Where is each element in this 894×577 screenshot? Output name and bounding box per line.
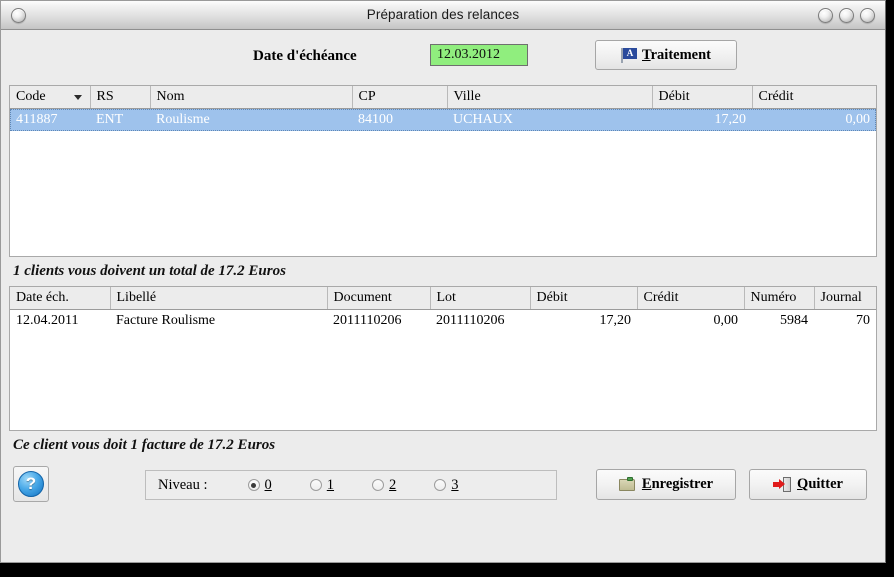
niveau-label: Niveau :: [158, 476, 208, 493]
quit-label-rest: uitter: [808, 476, 843, 492]
maximize-icon[interactable]: [839, 8, 854, 23]
column-header-credit[interactable]: Crédit: [752, 86, 876, 109]
minimize-icon[interactable]: [818, 8, 833, 23]
column-header-cp[interactable]: CP: [352, 86, 448, 109]
radio-niveau-2[interactable]: 2: [372, 477, 396, 494]
cell-numero: 5984: [780, 312, 808, 328]
clients-summary-text: 1 clients vous doivent un total de 17.2 …: [13, 263, 286, 279]
cell-document: 2011110206: [333, 312, 402, 328]
cell-code: 411887: [10, 108, 90, 131]
radio-label: 2: [389, 476, 397, 493]
flag-letter: A: [623, 47, 637, 59]
application-window: Préparation des relances Date d'échéance…: [0, 0, 886, 563]
cell-cp: 84100: [352, 108, 447, 131]
cell-ville: UCHAUX: [447, 108, 652, 131]
column-header-code-label: Code: [16, 88, 46, 104]
cell-debit: 17,20: [652, 108, 752, 131]
clients-header-row: Code RS Nom CP Ville Débit Crédit: [10, 86, 876, 109]
invoices-table-container[interactable]: Date éch. Libellé Document Lot Débit Cré…: [9, 286, 877, 431]
traitement-mnemonic: T: [642, 46, 651, 63]
radio-label: 0: [264, 476, 272, 493]
flag-a-icon: A: [621, 47, 637, 63]
cell-nom: Roulisme: [150, 108, 352, 131]
traitement-label-rest: raitement: [650, 46, 711, 63]
traitement-button[interactable]: A Traitement: [595, 40, 737, 70]
cell-debit: 17,20: [599, 312, 632, 328]
close-icon[interactable]: [860, 8, 875, 23]
column-header-debit[interactable]: Débit: [652, 86, 753, 109]
column-header-debit[interactable]: Débit: [530, 287, 638, 310]
cell-libelle: Facture Roulisme: [116, 312, 216, 328]
column-header-document[interactable]: Document: [327, 287, 431, 310]
column-header-libelle[interactable]: Libellé: [110, 287, 328, 310]
save-folder-icon: [618, 477, 636, 492]
cell-credit: 0,00: [752, 108, 876, 131]
save-button[interactable]: Enregistrer: [596, 469, 736, 500]
column-header-nom[interactable]: Nom: [150, 86, 353, 109]
radio-indicator[interactable]: [309, 479, 322, 491]
bottom-bar: ? Niveau : 0 1 2 3 Enregistrer Quitter: [1, 460, 885, 562]
window-title: Préparation des relances: [366, 7, 520, 22]
radio-indicator[interactable]: [372, 479, 385, 491]
radio-niveau-0[interactable]: 0: [247, 476, 272, 494]
title-bar: Préparation des relances: [1, 1, 885, 30]
save-button-label: Enregistrer: [642, 476, 713, 493]
cell-lot: 2011110206: [436, 312, 505, 328]
clients-table-container[interactable]: Code RS Nom CP Ville Débit Crédit 411887…: [9, 85, 877, 257]
quit-button-label: Quitter: [797, 476, 843, 493]
invoice-summary-text: Ce client vous doit 1 facture de 17.2 Eu…: [13, 437, 276, 453]
chevron-down-icon[interactable]: [73, 95, 82, 100]
due-date-label: Date d'échéance: [253, 48, 357, 64]
cell-date-ech: 12.04.2011: [16, 312, 79, 328]
radio-niveau-3[interactable]: 3: [434, 476, 459, 494]
cell-rs: ENT: [90, 108, 150, 131]
radio-indicator[interactable]: [434, 479, 447, 491]
column-header-date-ech[interactable]: Date éch.: [10, 287, 111, 310]
save-label-rest: nregistrer: [651, 476, 714, 492]
invoices-table: Date éch. Libellé Document Lot Débit Cré…: [10, 287, 876, 332]
clients-table: Code RS Nom CP Ville Débit Crédit 411887…: [10, 86, 876, 131]
quit-mnemonic: Q: [797, 476, 809, 492]
niveau-radio-group: Niveau : 0 1 2 3: [145, 470, 557, 500]
cell-journal: 70: [856, 312, 870, 328]
column-header-code[interactable]: Code: [10, 86, 91, 109]
due-date-input[interactable]: 12.03.2012: [430, 44, 528, 66]
toolbar: Date d'échéance 12.03.2012 A Traitement: [1, 30, 885, 85]
help-question-icon: ?: [18, 471, 44, 497]
exit-door-icon: [773, 477, 792, 492]
radio-indicator[interactable]: [247, 479, 260, 491]
invoices-header-row: Date éch. Libellé Document Lot Débit Cré…: [10, 287, 876, 310]
table-row[interactable]: 411887 ENT Roulisme 84100 UCHAUX 17,20 0…: [10, 108, 876, 131]
help-button[interactable]: ?: [13, 466, 49, 502]
column-header-lot[interactable]: Lot: [430, 287, 531, 310]
cell-credit: 0,00: [713, 312, 739, 328]
column-header-credit[interactable]: Crédit: [637, 287, 745, 310]
quit-button[interactable]: Quitter: [749, 469, 867, 500]
column-header-ville[interactable]: Ville: [447, 86, 653, 109]
column-header-numero[interactable]: Numéro: [744, 287, 815, 310]
save-mnemonic: E: [641, 476, 652, 492]
radio-niveau-1[interactable]: 1: [309, 476, 335, 494]
column-header-rs[interactable]: RS: [90, 86, 151, 109]
radio-label: 1: [326, 476, 335, 493]
column-header-journal[interactable]: Journal: [814, 287, 876, 310]
table-row[interactable]: 12.04.2011 Facture Roulisme 2011110206 2…: [10, 310, 876, 333]
traitement-button-label: Traitement: [642, 47, 711, 64]
radio-label: 3: [451, 476, 459, 493]
